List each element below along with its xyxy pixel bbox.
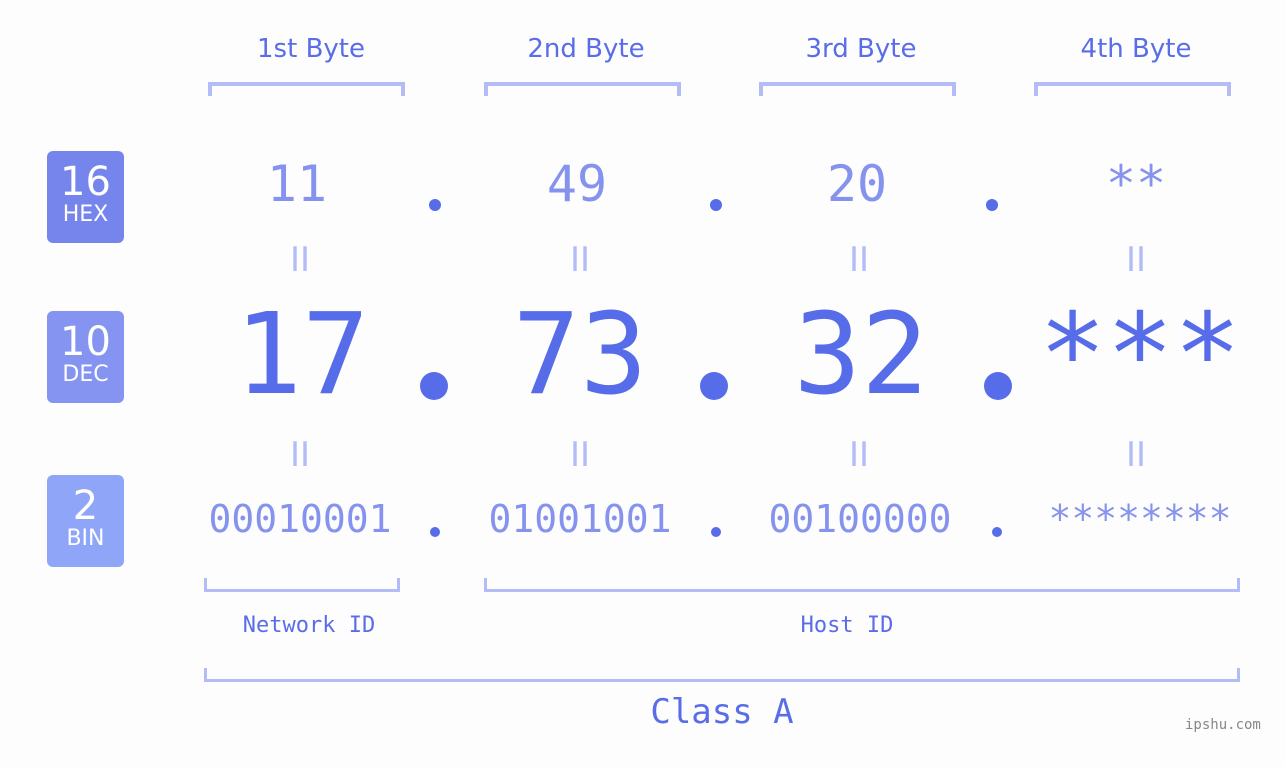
hex-octet-2: 49: [546, 155, 608, 213]
class-bracket: [204, 668, 1240, 682]
dec-octet-1: 17: [234, 290, 370, 420]
bin-octet-3: 00100000: [768, 497, 952, 541]
dec-separator-1: [420, 372, 448, 400]
byte-bracket-4: [1034, 82, 1231, 96]
hex-octet-3: 20: [826, 155, 888, 213]
hex-separator-3: [986, 199, 998, 211]
dec-badge-base: 10: [60, 319, 111, 365]
dec-separator-3: [984, 372, 1012, 400]
equals-sign: II: [569, 435, 591, 475]
hex-separator-2: [710, 199, 722, 211]
hex-octet-4: **: [1105, 155, 1167, 213]
equals-sign: II: [289, 240, 311, 280]
byte-header-4: 4th Byte: [1080, 34, 1192, 64]
host-id-label: Host ID: [800, 613, 894, 638]
hex-badge: 16 HEX: [47, 151, 124, 243]
byte-header-2: 2nd Byte: [527, 34, 645, 64]
equals-sign: II: [848, 435, 870, 475]
equals-sign: II: [569, 240, 591, 280]
equals-sign: II: [1125, 240, 1147, 280]
dec-octet-2: 73: [512, 290, 648, 420]
equals-sign: II: [289, 435, 311, 475]
class-label: Class A: [650, 692, 794, 732]
byte-bracket-3: [759, 82, 956, 96]
equals-sign: II: [848, 240, 870, 280]
bin-badge-label: BIN: [66, 526, 105, 551]
byte-bracket-2: [484, 82, 681, 96]
bin-octet-4: ********: [1048, 497, 1232, 541]
bin-separator-3: [992, 527, 1002, 537]
dec-separator-2: [700, 372, 728, 400]
hex-separator-1: [429, 199, 441, 211]
bin-octet-1: 00010001: [208, 497, 392, 541]
dec-badge: 10 DEC: [47, 311, 124, 403]
hex-badge-label: HEX: [62, 202, 109, 227]
dec-octet-4: ***: [1038, 290, 1242, 420]
bin-badge: 2 BIN: [47, 475, 124, 567]
bin-badge-base: 2: [72, 483, 99, 529]
network-id-bracket: [204, 578, 400, 592]
watermark: ipshu.com: [1185, 717, 1261, 733]
byte-header-3: 3rd Byte: [805, 34, 917, 64]
bin-octet-2: 01001001: [488, 497, 672, 541]
host-id-bracket: [484, 578, 1240, 592]
hex-octet-1: 11: [266, 155, 328, 213]
byte-bracket-1: [208, 82, 405, 96]
equals-sign: II: [1125, 435, 1147, 475]
bin-separator-2: [711, 527, 721, 537]
byte-header-1: 1st Byte: [257, 34, 365, 64]
dec-octet-3: 32: [793, 290, 929, 420]
bin-separator-1: [430, 527, 440, 537]
network-id-label: Network ID: [242, 613, 376, 638]
hex-badge-base: 16: [60, 159, 111, 205]
dec-badge-label: DEC: [62, 362, 109, 387]
